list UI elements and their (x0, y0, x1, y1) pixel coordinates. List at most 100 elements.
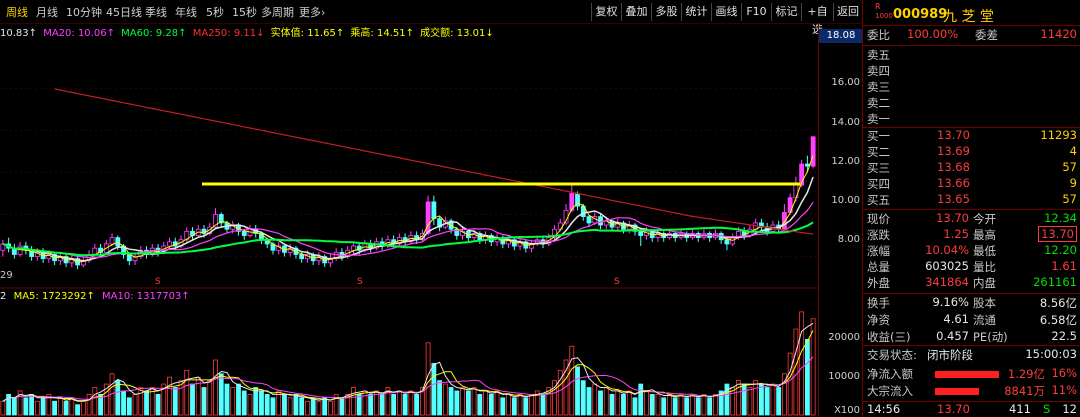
volume-bar (701, 393, 707, 416)
add-watchlist-button[interactable]: +自选 (801, 3, 833, 36)
quote-value: 13.70 (1038, 226, 1077, 242)
volume-bar (322, 397, 328, 416)
volume-bar (511, 397, 517, 416)
volume-bar (644, 390, 649, 416)
stock-name[interactable]: 九 芝 堂 (943, 6, 994, 26)
volume-bar (34, 400, 40, 416)
volume-bar (178, 380, 184, 416)
candle (615, 218, 621, 232)
ma10-value: 10.83↑ (0, 28, 38, 39)
volume-bar (540, 393, 546, 416)
tab-15sec[interactable]: 15秒 (232, 4, 257, 20)
candle-body (167, 241, 172, 247)
left-edge-label: 29 (0, 270, 13, 281)
volume-bar (598, 390, 603, 416)
candle (781, 204, 787, 232)
candle (402, 233, 408, 247)
vol-ma3-line (2, 322, 814, 402)
candle-body (115, 237, 121, 247)
volume-prefix: 2 (0, 291, 7, 302)
quote-value: 12.20 (1044, 243, 1077, 257)
overlay-button[interactable]: 叠加 (621, 3, 651, 21)
bid-price: 13.70 (937, 128, 970, 142)
candle-body (724, 239, 730, 245)
volume-bar (638, 383, 644, 416)
volume-bar (494, 390, 500, 416)
s-marker: S (614, 277, 620, 287)
candle-body (810, 136, 816, 167)
tab-10min[interactable]: 10分钟 (66, 4, 102, 20)
volume-bar (707, 397, 713, 416)
candle (638, 229, 644, 247)
volume-bar (241, 390, 247, 416)
tab-quarterly[interactable]: 季线 (145, 4, 167, 20)
candle-body (804, 163, 810, 167)
volume-series (0, 311, 816, 416)
candle (86, 250, 92, 263)
tab-45day[interactable]: 45日线 (106, 4, 142, 20)
candle (218, 212, 224, 228)
quote-value: 1.61 (1051, 259, 1077, 273)
volume-bar (29, 393, 35, 416)
volume-bar (442, 383, 448, 416)
bid-price: 13.68 (937, 160, 970, 174)
volume-bar (259, 390, 264, 416)
volume-bar (626, 390, 632, 416)
tab-multi-period[interactable]: 多周期 (261, 4, 294, 20)
tab-5sec[interactable]: 5秒 (206, 4, 224, 20)
quote-label: 涨跌 (867, 228, 890, 242)
quote-value: 261161 (1033, 275, 1077, 289)
volume-bar (655, 393, 661, 416)
volume-bar (649, 393, 655, 416)
fundamental-label: 净资 (867, 313, 890, 327)
fundamental-label: 流通 (973, 313, 996, 327)
volume-bar (396, 390, 402, 416)
flow-label: 大宗流入 (867, 384, 913, 398)
volume-bar (799, 311, 805, 416)
restore-rights-button[interactable]: 复权 (591, 3, 621, 21)
volume-bar (92, 387, 98, 416)
volume-bar (247, 393, 253, 416)
volume-bar (293, 393, 299, 416)
quote-value: 10.04% (925, 243, 969, 257)
volume-bar (621, 393, 626, 416)
tab-yearly[interactable]: 年线 (175, 4, 197, 20)
volume-bar (201, 387, 207, 416)
draw-line-button[interactable]: 画线 (711, 3, 741, 21)
stock-code: 000989 (893, 7, 948, 22)
multi-stock-button[interactable]: 多股 (651, 3, 681, 21)
volume-bar (661, 397, 667, 416)
fundamental-value: 0.457 (936, 329, 969, 343)
volume-bar (172, 387, 178, 416)
candle (425, 195, 431, 236)
volume-bar (586, 387, 592, 416)
volume-bar (52, 400, 58, 416)
candle-body (241, 230, 247, 236)
kline-chart[interactable]: SSS (0, 40, 862, 417)
f10-button[interactable]: F10 (741, 3, 771, 21)
volume-bar (230, 387, 236, 416)
candle (431, 195, 437, 226)
candle (75, 256, 80, 270)
tick-time: 14:56 (867, 402, 901, 416)
price-tick: 16.00 (831, 77, 860, 88)
candle (408, 231, 414, 244)
mark-button[interactable]: 标记 (771, 3, 801, 21)
candle (0, 239, 6, 257)
volume-bar (167, 376, 172, 416)
tick-side: S (1043, 402, 1051, 416)
tab-more[interactable]: 更多› (299, 4, 325, 20)
statistics-button[interactable]: 统计 (681, 3, 711, 21)
back-button[interactable]: 返回 (833, 3, 862, 21)
flow-value: 8841万 (1004, 384, 1045, 398)
tab-monthly[interactable]: 月线 (36, 4, 58, 20)
candle (57, 252, 63, 265)
volume-bar (299, 397, 305, 416)
tab-weekly[interactable]: 周线 (6, 4, 28, 20)
volume-bar (115, 380, 121, 416)
volume-bar (368, 393, 374, 416)
volume-bar (253, 387, 259, 416)
moving-average-lines (2, 88, 814, 263)
bid-volume: 11293 (1040, 128, 1077, 142)
ask-label: 卖二 (867, 96, 890, 110)
